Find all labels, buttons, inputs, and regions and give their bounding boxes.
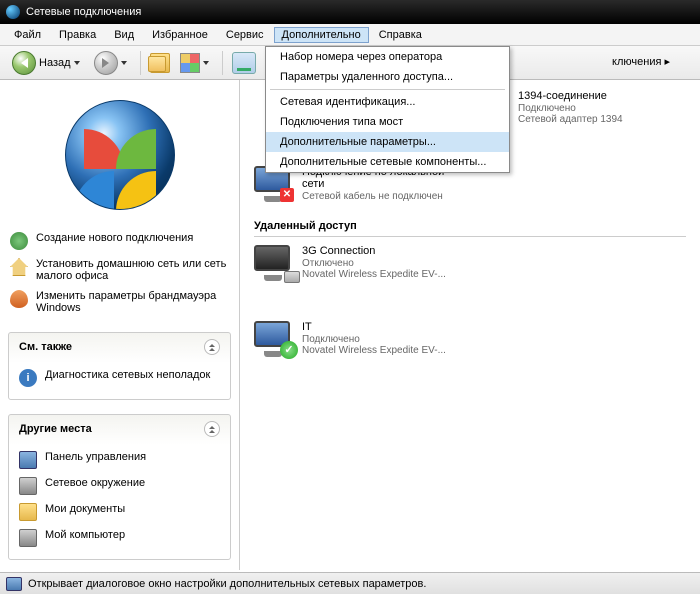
window-title: Сетевые подключения bbox=[26, 6, 141, 18]
menu-edit[interactable]: Правка bbox=[51, 27, 104, 43]
conn-name: 1394-соединение bbox=[518, 90, 623, 102]
place-documents[interactable]: Мои документы bbox=[17, 499, 222, 525]
conn-state: Отключено bbox=[302, 258, 446, 269]
collapse-icon bbox=[204, 339, 220, 355]
panel-header[interactable]: Другие места bbox=[9, 415, 230, 443]
item-label: Мой компьютер bbox=[45, 529, 125, 547]
item-label: Сетевое окружение bbox=[45, 477, 145, 495]
see-also-panel: См. также i Диагностика сетевых неполадо… bbox=[8, 332, 231, 400]
forward-button[interactable] bbox=[90, 49, 131, 77]
dd-bridge[interactable]: Подключения типа мост bbox=[266, 112, 509, 132]
task-home-network[interactable]: Установить домашнюю сеть или сеть малого… bbox=[8, 254, 231, 286]
arrow-left-icon bbox=[21, 58, 28, 68]
chevron-down-icon bbox=[121, 61, 127, 65]
connection-icon: ✓ bbox=[254, 321, 294, 357]
computer-icon bbox=[19, 477, 37, 495]
home-icon bbox=[10, 258, 28, 276]
folder-icon bbox=[19, 503, 37, 521]
status-text: Открывает диалоговое окно настройки допо… bbox=[28, 578, 426, 590]
connection-3g[interactable]: 3G Connection Отключено Novatel Wireless… bbox=[254, 245, 464, 281]
check-badge-icon: ✓ bbox=[280, 341, 298, 359]
arrow-right-icon bbox=[102, 58, 109, 68]
menu-service[interactable]: Сервис bbox=[218, 27, 272, 43]
panel-header[interactable]: См. также bbox=[9, 333, 230, 361]
menu-favorites[interactable]: Избранное bbox=[144, 27, 216, 43]
conn-state: Сетевой кабель не подключен bbox=[302, 191, 464, 202]
task-label: Установить домашнюю сеть или сеть малого… bbox=[36, 258, 229, 282]
views-icon bbox=[180, 53, 200, 73]
task-firewall[interactable]: Изменить параметры брандмауэра Windows bbox=[8, 286, 231, 318]
task-new-connection[interactable]: Создание нового подключения bbox=[8, 228, 231, 254]
menu-file[interactable]: Файл bbox=[6, 27, 49, 43]
group-header: Удаленный доступ bbox=[254, 220, 686, 237]
item-label: Мои документы bbox=[45, 503, 125, 521]
folders-icon[interactable] bbox=[150, 53, 170, 73]
network-orb-icon bbox=[65, 100, 175, 210]
separator bbox=[140, 51, 141, 75]
conn-name: 3G Connection bbox=[302, 245, 446, 257]
back-button[interactable]: Назад bbox=[8, 49, 84, 77]
shield-icon bbox=[10, 290, 28, 308]
info-icon: i bbox=[19, 369, 37, 387]
chevron-down-icon bbox=[203, 61, 209, 65]
title-bar: Сетевые подключения bbox=[0, 0, 700, 24]
connection-icon bbox=[254, 245, 294, 281]
back-label: Назад bbox=[39, 57, 71, 69]
dd-network-id[interactable]: Сетевая идентификация... bbox=[266, 92, 509, 112]
panel-title: См. также bbox=[19, 341, 72, 353]
conn-state: Подключено bbox=[302, 334, 446, 345]
dd-advanced-params[interactable]: Дополнительные параметры... bbox=[266, 132, 509, 152]
modem-icon bbox=[284, 271, 300, 283]
network-icon bbox=[10, 232, 28, 250]
monitor-icon bbox=[19, 451, 37, 469]
views-button[interactable] bbox=[176, 51, 213, 75]
error-badge-icon: ✕ bbox=[280, 188, 294, 202]
conn-name: IT bbox=[302, 321, 446, 333]
separator bbox=[270, 89, 505, 90]
see-also-diagnostics[interactable]: i Диагностика сетевых неполадок bbox=[17, 365, 222, 391]
sidebar: Создание нового подключения Установить д… bbox=[0, 80, 240, 570]
monitor-icon bbox=[6, 577, 22, 591]
chevron-down-icon bbox=[74, 61, 80, 65]
dd-operator-dial[interactable]: Набор номера через оператора bbox=[266, 47, 509, 67]
conn-device: Novatel Wireless Expedite EV-... bbox=[302, 269, 446, 280]
menu-help[interactable]: Справка bbox=[371, 27, 430, 43]
item-label: Панель управления bbox=[45, 451, 146, 469]
menu-view[interactable]: Вид bbox=[106, 27, 142, 43]
separator bbox=[222, 51, 223, 75]
connection-it[interactable]: ✓ IT Подключено Novatel Wireless Expedit… bbox=[254, 321, 464, 357]
menu-advanced[interactable]: Дополнительно bbox=[274, 27, 369, 43]
task-label: Создание нового подключения bbox=[36, 232, 193, 250]
task-label: Изменить параметры брандмауэра Windows bbox=[36, 290, 229, 314]
other-places-panel: Другие места Панель управления Сетевое о… bbox=[8, 414, 231, 560]
group-remote: Удаленный доступ 3G Connection Отключено… bbox=[254, 220, 686, 357]
menu-bar: Файл Правка Вид Избранное Сервис Дополни… bbox=[0, 24, 700, 46]
address-icon[interactable] bbox=[232, 52, 256, 74]
panel-title: Другие места bbox=[19, 423, 92, 435]
conn-device: Novatel Wireless Expedite EV-... bbox=[302, 345, 446, 356]
dd-network-components[interactable]: Дополнительные сетевые компоненты... bbox=[266, 152, 509, 172]
conn-state: Подключено bbox=[518, 103, 623, 114]
conn-device: Сетевой адаптер 1394 bbox=[518, 114, 623, 125]
computer-icon bbox=[19, 529, 37, 547]
status-bar: Открывает диалоговое окно настройки допо… bbox=[0, 572, 700, 594]
collapse-icon bbox=[204, 421, 220, 437]
advanced-dropdown: Набор номера через оператора Параметры у… bbox=[265, 46, 510, 173]
app-icon bbox=[6, 5, 20, 19]
place-control-panel[interactable]: Панель управления bbox=[17, 447, 222, 473]
address-text: ключения ▸ bbox=[612, 55, 670, 68]
place-network[interactable]: Сетевое окружение bbox=[17, 473, 222, 499]
place-my-computer[interactable]: Мой компьютер bbox=[17, 525, 222, 551]
dd-remote-params[interactable]: Параметры удаленного доступа... bbox=[266, 67, 509, 87]
item-label: Диагностика сетевых неполадок bbox=[45, 369, 210, 387]
